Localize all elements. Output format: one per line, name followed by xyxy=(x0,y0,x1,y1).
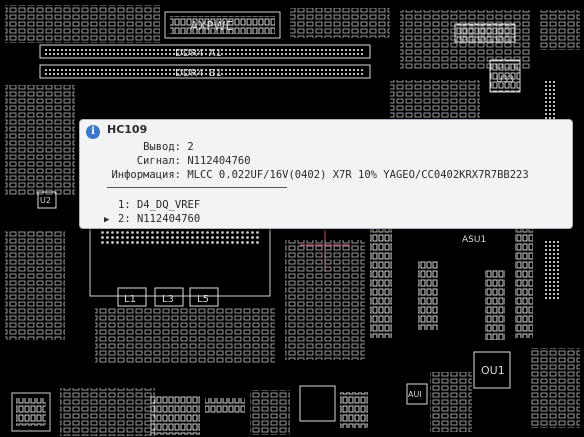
smd-cluster-lower-mid xyxy=(95,308,275,363)
ic-top-right xyxy=(454,23,516,43)
ddr-b1-label: DDR4_B1 xyxy=(175,68,222,79)
net-label: 1: D4_DQ_VREF xyxy=(118,199,201,211)
connector-vertical-4 xyxy=(515,228,533,338)
connector-vertical-1 xyxy=(370,228,392,338)
smd-cluster-corner xyxy=(540,10,580,50)
field-info-label: Информация: xyxy=(111,169,181,181)
smd-cluster-bottom-right xyxy=(530,348,580,428)
u2-label: U2 xyxy=(40,196,51,205)
field-info-value: MLCC 0.022UF/16V(0402) X7R 10% YAGEO/CC0… xyxy=(187,169,529,181)
field-signal: Сигнал: N112404760 xyxy=(80,155,251,167)
connector-bottom-5 xyxy=(250,390,290,435)
connector-vertical-2 xyxy=(418,260,438,330)
field-signal-value: N112404760 xyxy=(187,155,251,167)
svg-text:L5: L5 xyxy=(197,294,209,305)
connector-bottom-4 xyxy=(205,398,245,414)
info-icon: i xyxy=(86,125,100,139)
tooltip-separator xyxy=(107,187,287,188)
smd-cluster-top-left xyxy=(5,5,160,43)
u33-label: U33 xyxy=(496,75,514,85)
header-right-1 xyxy=(545,80,557,120)
smd-cluster-left-lower xyxy=(5,230,65,340)
net-marker-arrow-icon: ▶ xyxy=(104,215,110,225)
connector-bottom-3 xyxy=(150,395,200,435)
component-designator: HC109 xyxy=(107,123,148,136)
smd-cluster-right xyxy=(390,80,480,118)
smd-cluster-center xyxy=(285,240,365,360)
aui-label: AUI xyxy=(408,390,422,399)
field-pin: Вывод: 2 xyxy=(80,141,194,153)
bga-balls xyxy=(100,226,260,246)
field-pin-value: 2 xyxy=(187,141,194,153)
apxwe-label: AXPWE xyxy=(190,19,233,33)
connector-bottom-1-pads xyxy=(16,398,46,426)
component-info-tooltip: i HC109 Вывод: 2 Сигнал: N112404760 Инфо… xyxy=(79,119,573,229)
net-item-selected[interactable]: ▶ 2: N112404760 xyxy=(104,213,200,225)
svg-text:OU1: OU1 xyxy=(481,364,505,377)
connector-bottom-6 xyxy=(340,392,368,428)
connector-vertical-3 xyxy=(485,270,505,340)
smd-cluster-top-mid xyxy=(290,8,390,38)
asu1-label: ASU1 xyxy=(462,235,486,245)
svg-text:L3: L3 xyxy=(162,294,174,305)
smd-cluster-bottom-mid xyxy=(430,372,472,432)
field-info: Информация: MLCC 0.022UF/16V(0402) X7R 1… xyxy=(80,169,529,181)
ddr-a1-label: DDR4_A1 xyxy=(175,48,222,59)
field-signal-label: Сигнал: xyxy=(136,155,181,167)
field-pin-label: Вывод: xyxy=(143,141,181,153)
connector-bottom-2 xyxy=(60,388,155,436)
net-label: 2: N112404760 xyxy=(118,213,201,225)
smd-cluster-left xyxy=(5,85,75,195)
svg-text:L1: L1 xyxy=(124,294,136,305)
header-right-2 xyxy=(545,240,559,300)
net-item[interactable]: 1: D4_DQ_VREF xyxy=(104,199,200,211)
